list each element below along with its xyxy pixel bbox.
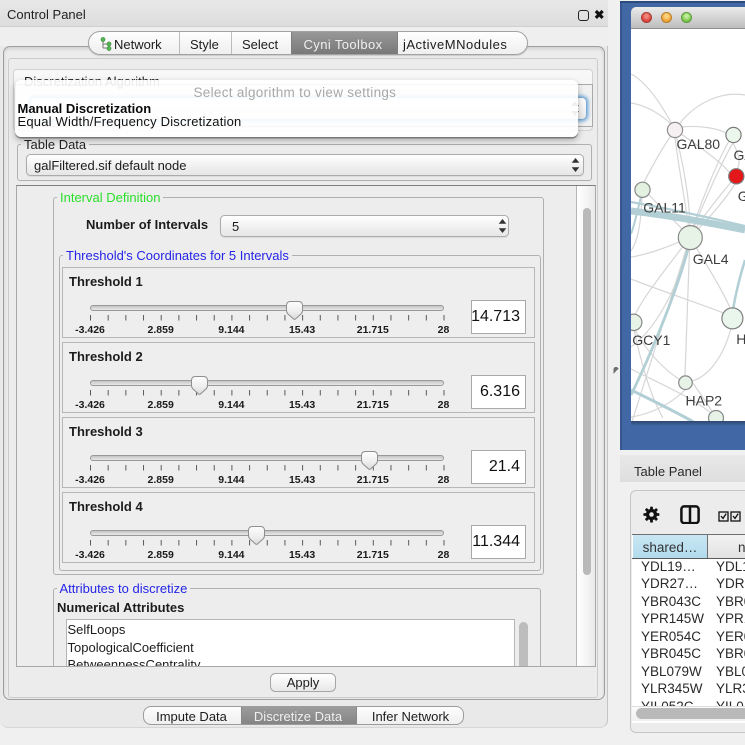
svg-text:G: G bbox=[738, 188, 745, 204]
svg-text:H: H bbox=[736, 331, 745, 347]
svg-text:GAL80: GAL80 bbox=[677, 136, 721, 152]
svg-text:GAL4: GAL4 bbox=[693, 251, 729, 267]
svg-text:GA: GA bbox=[734, 147, 745, 163]
svg-text:GCY1: GCY1 bbox=[632, 332, 670, 348]
svg-text:GAL11: GAL11 bbox=[643, 200, 686, 216]
svg-text:HAP2: HAP2 bbox=[686, 393, 723, 409]
